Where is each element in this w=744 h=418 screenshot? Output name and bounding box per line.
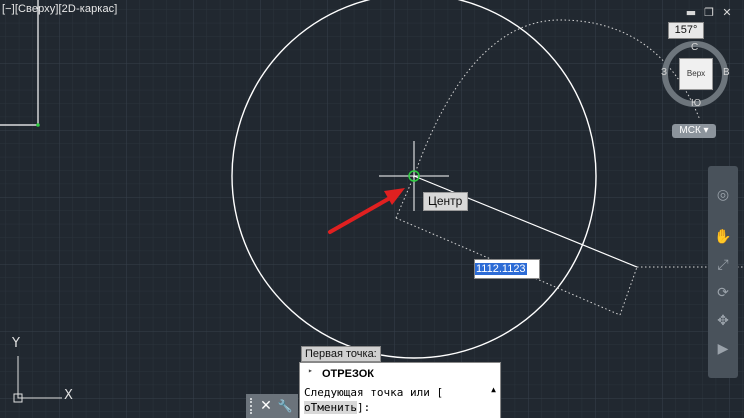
existing-polyline	[0, 0, 39, 126]
zoom-extents-icon[interactable]: ⤢	[711, 254, 735, 276]
red-arrow-shaft	[328, 196, 392, 234]
command-line-panel[interactable]: ▸ ОТРЕЗОК ▲ Следующая точка или [ оТмени…	[299, 362, 501, 418]
close-icon[interactable]: ✕	[258, 397, 274, 415]
rotation-angle-badge: 157°	[668, 22, 704, 39]
orbit-icon[interactable]: ⟳	[711, 282, 735, 304]
command-line-toolbar: ✕ 🔧	[246, 394, 298, 418]
active-command-name: ОТРЕЗОК	[322, 368, 374, 380]
red-arrow-head	[384, 188, 405, 205]
existing-point	[36, 123, 40, 127]
point-prompt-label: Первая точка:	[301, 346, 381, 362]
object-snap-tooltip: Центр	[423, 192, 469, 211]
compass-north[interactable]: С	[691, 42, 698, 53]
close-viewport-icon[interactable]: ✕	[720, 6, 734, 20]
steering-wheel-icon[interactable]: ◎	[711, 184, 735, 206]
dynamic-input-value[interactable]: 1112.1123	[475, 263, 527, 275]
command-prompt-line: Следующая точка или [	[304, 386, 444, 399]
command-prompt-line-2: оТменить]:	[304, 401, 370, 414]
prompt-closing: ]:	[356, 401, 371, 414]
wrench-icon[interactable]: 🔧	[277, 397, 293, 415]
grip-handle[interactable]	[250, 398, 256, 414]
dynamic-input-length[interactable]: 1112.1123	[474, 259, 540, 279]
navigation-bar: ◎ ✋ ⤢ ⟳ ✥ ▶	[708, 166, 738, 378]
play-motion-icon[interactable]: ▶	[711, 338, 735, 360]
viewcube-face-top[interactable]: Верх	[679, 58, 713, 90]
ucs-y-label: Y	[12, 336, 20, 351]
drawing-area[interactable]: [−][Сверху][2D-каркас] ▬ ❐ ✕ 157° С Ю З …	[0, 0, 744, 418]
dimension-extension	[619, 266, 638, 316]
scroll-up-icon[interactable]: ▲	[491, 385, 496, 394]
compass-south[interactable]: Ю	[691, 98, 701, 109]
ucs-icon	[17, 356, 62, 399]
viewport-controls-label[interactable]: [−][Сверху][2D-каркас]	[2, 3, 117, 15]
restore-viewport-icon[interactable]: ❐	[702, 6, 716, 20]
history-marker: ▸	[308, 366, 313, 375]
undo-option[interactable]: оТменить	[304, 401, 357, 414]
minimize-viewport-icon[interactable]: ▬	[684, 6, 698, 20]
dimension-extension-2	[395, 175, 415, 219]
ucs-x-label: X	[64, 388, 73, 403]
compass-west[interactable]: З	[661, 67, 667, 78]
rubber-band-line	[413, 175, 638, 268]
compass-east[interactable]: В	[723, 67, 730, 78]
pan-hand-icon[interactable]: ✋	[711, 226, 735, 248]
dotted-arc	[413, 19, 701, 177]
showmotion-icon[interactable]: ✥	[711, 310, 735, 332]
ucs-menu-button[interactable]: МСК ▾	[672, 124, 716, 138]
